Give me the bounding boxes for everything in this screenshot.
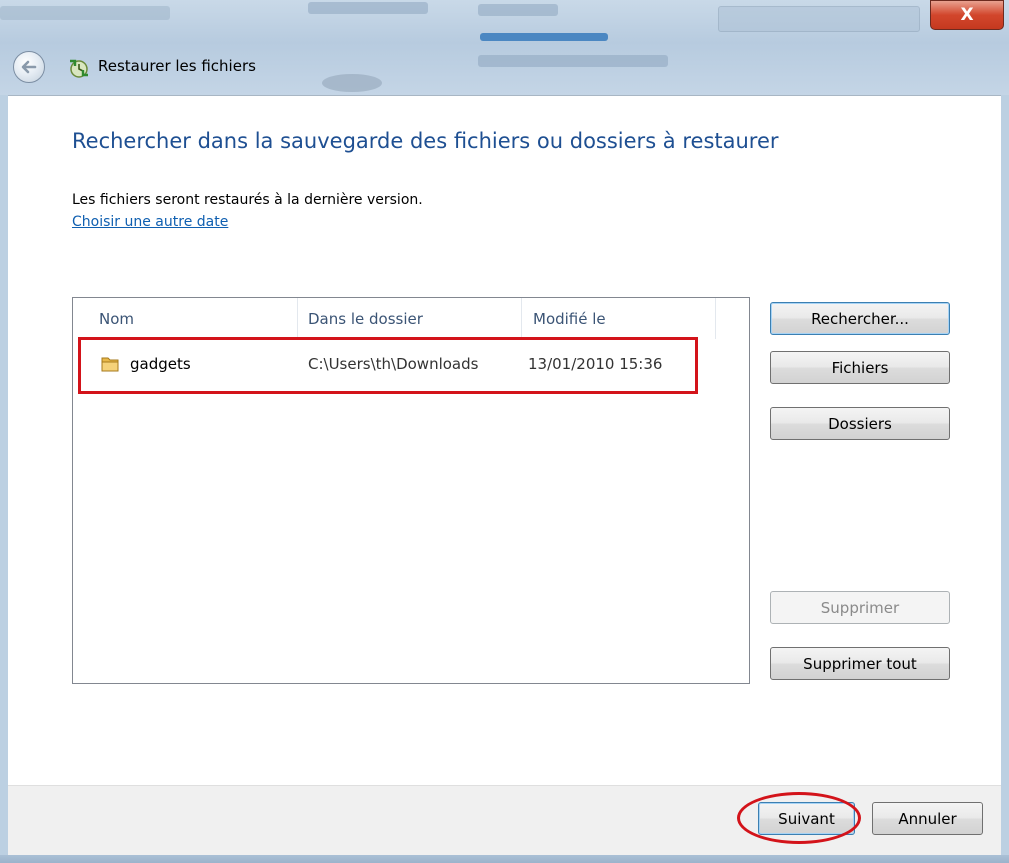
row-name: gadgets — [130, 354, 191, 373]
window-frame-bottom — [0, 855, 1009, 863]
background-blur — [308, 2, 428, 14]
background-blur — [478, 55, 668, 67]
row-folder-cell: C:\Users\th\Downloads — [308, 354, 479, 373]
restore-files-icon — [70, 59, 88, 78]
back-arrow-icon — [21, 60, 37, 74]
page-heading: Rechercher dans la sauvegarde des fichie… — [72, 129, 779, 153]
table-row[interactable]: gadgets C:\Users\th\Downloads 13/01/2010… — [78, 341, 698, 386]
add-folders-button[interactable]: Dossiers — [770, 407, 950, 440]
row-name-cell: gadgets — [100, 341, 191, 386]
column-separator — [715, 298, 716, 339]
next-button[interactable]: Suivant — [758, 802, 855, 835]
back-button[interactable] — [13, 51, 45, 83]
folder-icon — [101, 357, 119, 371]
window-titlebar — [0, 0, 1009, 95]
column-separator — [521, 298, 522, 339]
background-blur — [0, 6, 170, 20]
column-separator — [297, 298, 298, 339]
close-icon: X — [960, 5, 974, 25]
background-blur — [478, 4, 558, 16]
background-blur — [718, 6, 920, 32]
remove-all-button[interactable]: Supprimer tout — [770, 647, 950, 680]
window-close-button[interactable]: X — [930, 0, 1004, 30]
column-header-folder[interactable]: Dans le dossier — [308, 298, 518, 339]
window-title: Restaurer les fichiers — [98, 57, 256, 75]
background-blur — [322, 74, 382, 92]
search-button[interactable]: Rechercher... — [770, 302, 950, 335]
cancel-button[interactable]: Annuler — [872, 802, 983, 835]
column-header-name[interactable]: Nom — [99, 298, 299, 339]
column-header-modified[interactable]: Modifié le — [533, 298, 713, 339]
remove-button[interactable]: Supprimer — [770, 591, 950, 624]
add-files-button[interactable]: Fichiers — [770, 351, 950, 384]
file-list[interactable]: Nom Dans le dossier Modifié le gadgets C… — [72, 297, 750, 684]
row-modified-cell: 13/01/2010 15:36 — [528, 354, 663, 373]
background-blur — [480, 33, 608, 41]
choose-other-date-link[interactable]: Choisir une autre date — [72, 214, 228, 230]
restore-info-text: Les fichiers seront restaurés à la derni… — [72, 192, 423, 208]
